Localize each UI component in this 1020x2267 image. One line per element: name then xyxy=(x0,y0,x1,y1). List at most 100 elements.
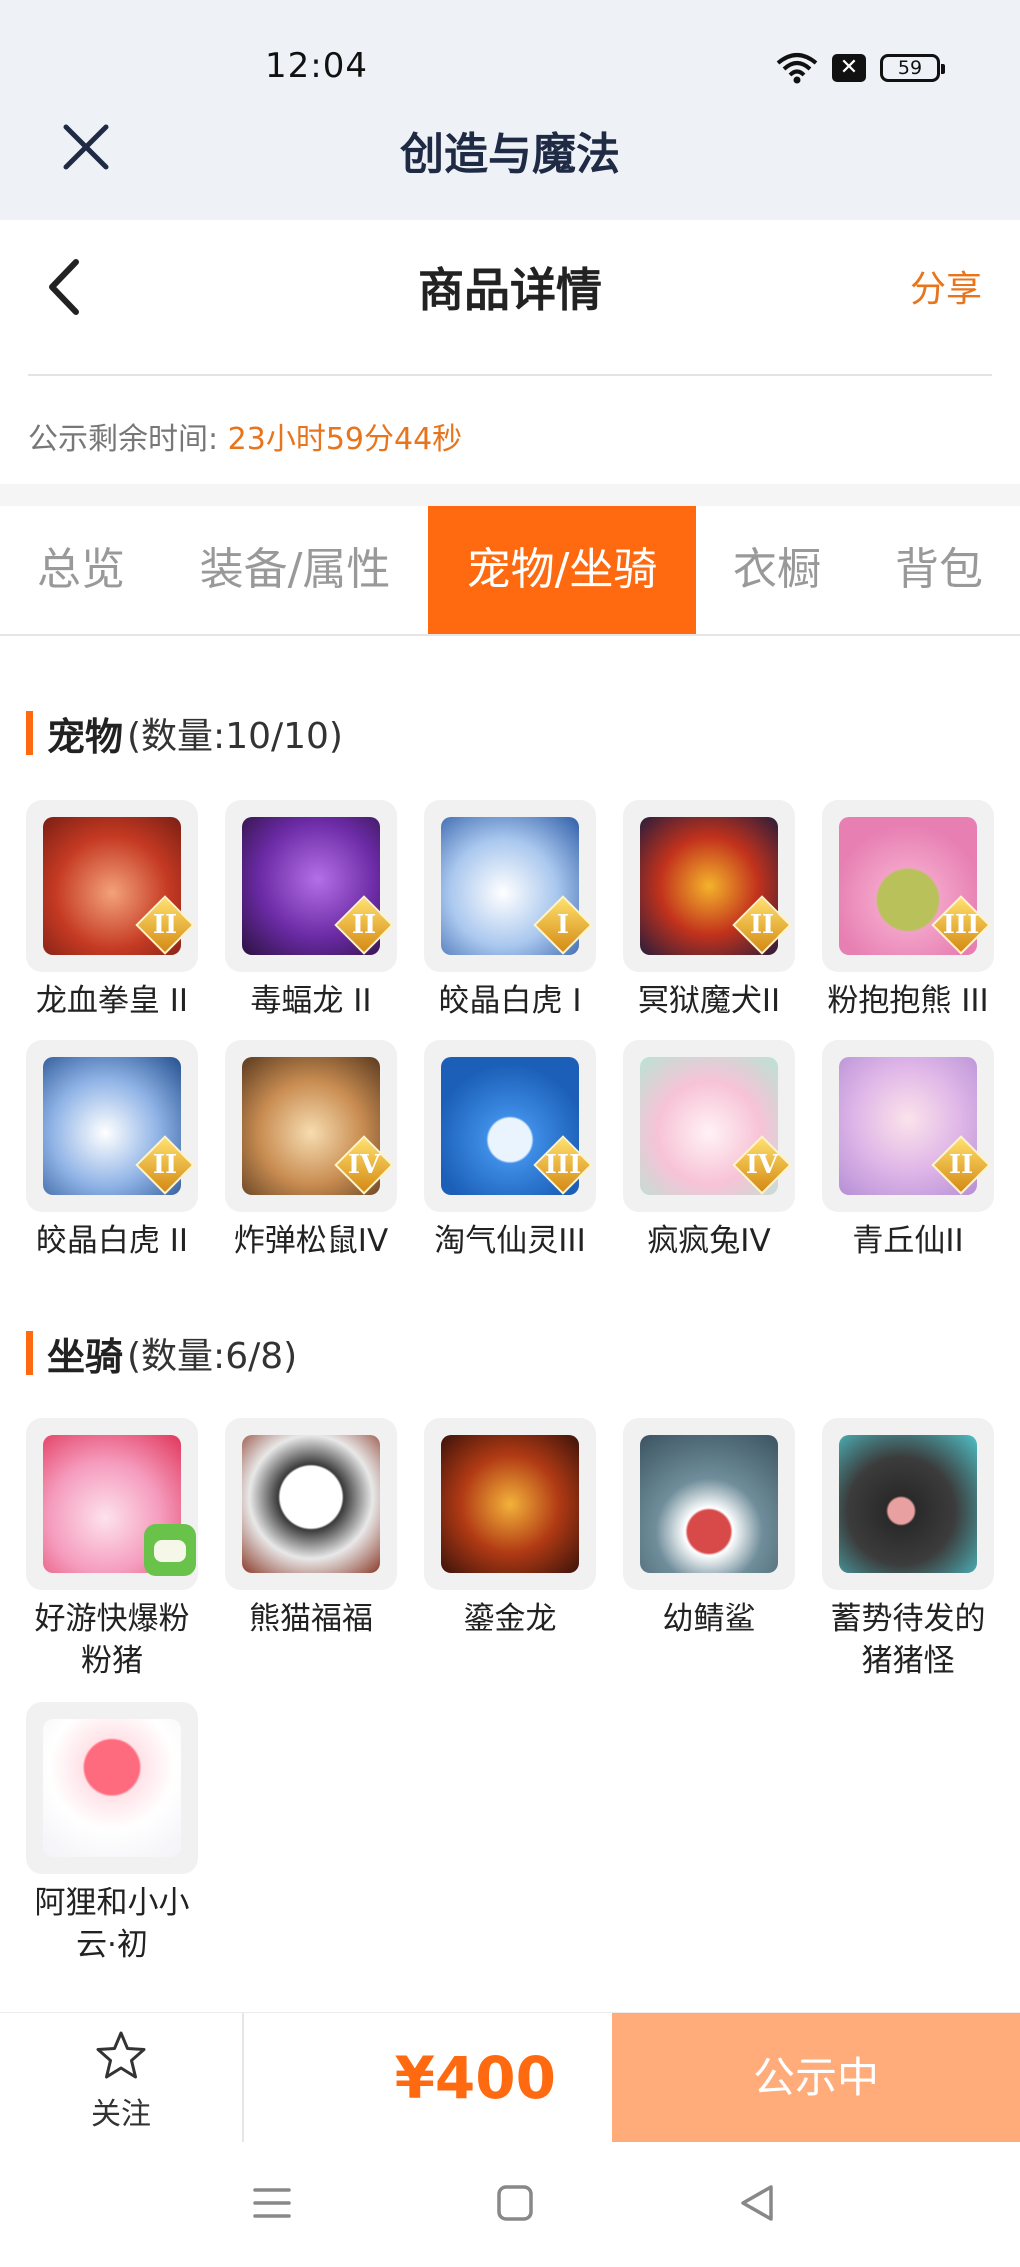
publicity-status-button[interactable]: 公示中 xyxy=(612,2013,1020,2143)
pet-item[interactable]: II 龙血拳皇 II xyxy=(26,800,224,1022)
tab-wardrobe[interactable]: 衣橱 xyxy=(696,506,858,634)
price: ¥400 xyxy=(394,2044,556,2112)
pet-thumbnail: I xyxy=(424,800,596,972)
star-icon xyxy=(96,2031,146,2079)
pets-count: (数量:10/10) xyxy=(127,716,343,757)
screen: { "status_bar": { "time": "12:04", "batt… xyxy=(0,0,1020,2267)
app-header: 12:04 ✕ 59 创造与魔法 xyxy=(0,0,1020,220)
mount-thumbnail xyxy=(822,1418,994,1590)
smiley-badge-icon xyxy=(144,1524,196,1576)
follow-button[interactable]: 关注 xyxy=(0,2013,242,2143)
section-accent-bar xyxy=(26,1331,33,1375)
share-button[interactable]: 分享 xyxy=(910,260,982,312)
mount-item[interactable]: 熊猫福福 xyxy=(225,1418,423,1640)
status-icons: ✕ 59 xyxy=(776,48,945,88)
pet-thumbnail: II xyxy=(822,1040,994,1212)
pet-thumbnail: III xyxy=(424,1040,596,1212)
pet-name: 皎晶白虎 I xyxy=(438,983,582,1019)
pet-name: 皎晶白虎 II xyxy=(35,1223,189,1259)
pet-name: 冥狱魔犬II xyxy=(637,983,781,1019)
tab-equipment[interactable]: 装备/属性 xyxy=(162,506,428,634)
pet-item[interactable]: II 皎晶白虎 II xyxy=(26,1040,224,1262)
pet-item[interactable]: II 青丘仙II xyxy=(822,1040,1020,1262)
mount-name: 鎏金龙 xyxy=(463,1601,557,1637)
pet-item[interactable]: I 皎晶白虎 I xyxy=(424,800,622,1022)
pet-item[interactable]: IV 疯疯兔IV xyxy=(623,1040,821,1262)
pet-name: 粉抱抱熊 III xyxy=(827,983,989,1019)
divider xyxy=(28,374,992,376)
pet-thumbnail: IV xyxy=(225,1040,397,1212)
pet-name: 青丘仙II xyxy=(852,1223,964,1259)
tier-badge: III xyxy=(931,895,991,955)
pet-name: 淘气仙灵III xyxy=(434,1223,586,1259)
pet-item[interactable]: II 冥狱魔犬II xyxy=(623,800,821,1022)
section-accent-bar xyxy=(26,711,33,755)
back-icon[interactable] xyxy=(733,2178,783,2228)
tab-bar: 总览 装备/属性 宠物/坐骑 衣橱 背包 xyxy=(0,506,1020,634)
tier-badge: III xyxy=(533,1135,593,1195)
mounts-count: (数量:6/8) xyxy=(127,1336,298,1377)
golden-dragon-icon xyxy=(441,1435,579,1573)
pet-thumbnail: II xyxy=(26,1040,198,1212)
mount-thumbnail xyxy=(225,1418,397,1590)
battery-icon: 59 xyxy=(880,54,945,82)
pet-item[interactable]: IV 炸弹松鼠IV xyxy=(225,1040,423,1262)
countdown-label: 公示剩余时间: xyxy=(28,422,219,457)
pet-name: 炸弹松鼠IV xyxy=(233,1223,389,1259)
home-icon[interactable] xyxy=(490,2178,540,2228)
mount-item[interactable]: 幼鲭鲨 xyxy=(623,1418,821,1640)
pet-thumbnail: II xyxy=(225,800,397,972)
mount-thumbnail xyxy=(26,1702,198,1874)
countdown-notice: 公示剩余时间: 23小时59分44秒 xyxy=(28,414,462,458)
tier-badge: II xyxy=(732,895,792,955)
mount-name: 幼鲭鲨 xyxy=(662,1601,756,1637)
pets-title: 宠物 xyxy=(47,714,124,759)
tier-badge: II xyxy=(931,1135,991,1195)
tab-pets-mounts[interactable]: 宠物/坐骑 xyxy=(428,506,696,634)
notification-x-icon: ✕ xyxy=(832,54,866,82)
page-title: 商品详情 xyxy=(418,263,602,317)
mount-name: 蓄势待发的猪猪怪 xyxy=(830,1601,986,1679)
pet-name: 毒蝠龙 II xyxy=(250,983,372,1019)
pet-item[interactable]: III 粉抱抱熊 III xyxy=(822,800,1020,1022)
ali-and-cloud-icon xyxy=(43,1719,181,1857)
system-nav-bar xyxy=(0,2142,1020,2267)
section-gap xyxy=(0,484,1020,506)
tab-underline xyxy=(0,634,1020,636)
mount-name: 熊猫福福 xyxy=(249,1601,373,1637)
mount-item[interactable]: 鎏金龙 xyxy=(424,1418,622,1640)
menu-icon[interactable] xyxy=(247,2178,297,2228)
status-time: 12:04 xyxy=(265,46,368,86)
mounts-section-header: 坐骑 (数量:6/8) xyxy=(26,1330,298,1379)
tab-backpack[interactable]: 背包 xyxy=(858,506,1020,634)
pet-name: 疯疯兔IV xyxy=(647,1223,771,1259)
pets-section-header: 宠物 (数量:10/10) xyxy=(26,710,343,759)
mount-item[interactable]: 蓄势待发的猪猪怪 xyxy=(822,1418,1020,1682)
pet-thumbnail: II xyxy=(26,800,198,972)
young-shark-icon xyxy=(640,1435,778,1573)
countdown-value: 23小时59分44秒 xyxy=(227,422,463,457)
mount-name: 阿狸和小小云·初 xyxy=(34,1885,190,1963)
mount-thumbnail xyxy=(26,1418,198,1590)
pet-thumbnail: III xyxy=(822,800,994,972)
mounts-title: 坐骑 xyxy=(47,1334,124,1379)
pet-item[interactable]: II 毒蝠龙 II xyxy=(225,800,423,1022)
tier-badge: I xyxy=(533,895,593,955)
mount-item[interactable]: 阿狸和小小云·初 xyxy=(26,1702,224,1966)
panda-icon xyxy=(242,1435,380,1573)
bottom-action-bar: 关注 ¥400 公示中 xyxy=(0,2012,1020,2143)
app-title: 创造与魔法 xyxy=(400,129,620,180)
mount-name: 好游快爆粉粉猪 xyxy=(34,1601,190,1679)
tier-badge: II xyxy=(334,895,394,955)
pet-item[interactable]: III 淘气仙灵III xyxy=(424,1040,622,1262)
black-pig-monster-icon xyxy=(839,1435,977,1573)
wifi-icon xyxy=(776,53,818,84)
pet-thumbnail: IV xyxy=(623,1040,795,1212)
mount-thumbnail xyxy=(623,1418,795,1590)
tier-badge: II xyxy=(135,895,195,955)
follow-label: 关注 xyxy=(91,2097,151,2132)
mount-item[interactable]: 好游快爆粉粉猪 xyxy=(26,1418,224,1682)
pet-thumbnail: II xyxy=(623,800,795,972)
tab-overview[interactable]: 总览 xyxy=(0,506,162,634)
pet-name: 龙血拳皇 II xyxy=(35,983,189,1019)
